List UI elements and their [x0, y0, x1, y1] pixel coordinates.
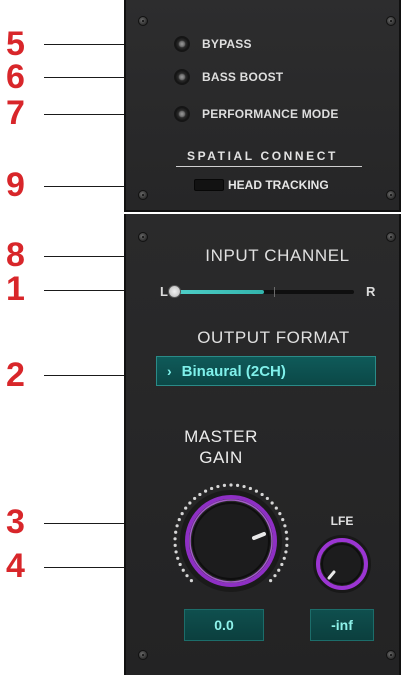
- gain-tick: [198, 492, 202, 497]
- gain-tick: [260, 492, 264, 497]
- gain-tick: [283, 524, 287, 528]
- gain-tick: [175, 524, 179, 528]
- input-channel-slider[interactable]: L R: [160, 284, 380, 300]
- callout-7: 7: [6, 94, 25, 132]
- lfe-label: LFE: [330, 514, 354, 528]
- slider-right-label: R: [366, 284, 376, 299]
- gain-tick: [285, 543, 289, 547]
- gain-tick: [285, 537, 289, 541]
- screw-icon: [386, 16, 396, 26]
- gain-tick: [278, 512, 282, 516]
- performance-mode-option[interactable]: PERFORMANCE MODE: [174, 106, 339, 122]
- screw-icon: [138, 232, 148, 242]
- gain-tick: [280, 562, 284, 567]
- gain-tick: [177, 517, 181, 522]
- bass-boost-radio-icon[interactable]: [174, 69, 190, 85]
- master-gain-label-line1: MASTER: [184, 427, 258, 446]
- gain-tick: [216, 484, 220, 489]
- spatial-connect-rule: [176, 166, 362, 167]
- performance-mode-label: PERFORMANCE MODE: [202, 107, 339, 121]
- lfe-value-field[interactable]: -inf: [310, 609, 374, 641]
- gain-tick: [178, 562, 182, 567]
- gain-tick: [284, 550, 288, 554]
- gain-tick: [189, 578, 194, 583]
- bypass-radio-icon[interactable]: [174, 36, 190, 52]
- gain-tick: [277, 568, 281, 572]
- gain-tick: [203, 489, 208, 493]
- head-tracking-option[interactable]: HEAD TRACKING: [194, 178, 329, 192]
- callout-1: 1: [6, 270, 25, 308]
- performance-mode-radio-icon[interactable]: [174, 106, 190, 122]
- gain-tick: [173, 543, 177, 547]
- output-format-label: OUTPUT FORMAT: [197, 328, 350, 347]
- callout-4: 4: [6, 547, 25, 585]
- gain-tick: [254, 489, 259, 493]
- callout-8: 8: [6, 236, 25, 274]
- slider-handle[interactable]: [168, 285, 181, 298]
- gain-tick: [229, 483, 233, 487]
- head-tracking-toggle[interactable]: [194, 179, 224, 191]
- gain-tick: [274, 506, 278, 510]
- gain-tick: [180, 512, 184, 516]
- screw-icon: [386, 232, 396, 242]
- output-panel: INPUT CHANNEL L R OUTPUT FORMAT › Binaur…: [124, 214, 401, 675]
- bypass-option[interactable]: BYPASS: [174, 36, 252, 52]
- master-gain-label-line2: GAIN: [199, 448, 243, 467]
- gain-tick: [173, 537, 177, 541]
- gain-tick: [242, 484, 246, 489]
- gain-tick: [270, 501, 274, 505]
- gain-tick: [235, 483, 240, 487]
- gain-tick: [174, 550, 178, 554]
- master-gain-value-field[interactable]: 0.0: [184, 609, 264, 641]
- gain-tick: [176, 556, 180, 560]
- bass-boost-option[interactable]: BASS BOOST: [174, 69, 283, 85]
- gain-tick: [282, 556, 286, 560]
- screw-icon: [386, 190, 396, 200]
- screw-icon: [386, 650, 396, 660]
- slider-center-mark: [274, 287, 275, 297]
- gain-tick: [222, 483, 227, 487]
- gain-tick: [281, 517, 285, 522]
- master-gain-knob[interactable]: [166, 476, 296, 606]
- options-panel: BYPASS BASS BOOST PERFORMANCE MODE SPATI…: [124, 0, 401, 212]
- callout-6: 6: [6, 58, 25, 96]
- gain-tick: [273, 574, 277, 578]
- screw-icon: [138, 190, 148, 200]
- callout-3: 3: [6, 503, 25, 541]
- master-gain-label: MASTER GAIN: [156, 426, 286, 468]
- input-channel-label: INPUT CHANNEL: [205, 246, 350, 265]
- gain-tick: [284, 530, 288, 534]
- gain-tick: [210, 486, 214, 491]
- callout-5: 5: [6, 25, 25, 63]
- output-format-value: Binaural (2CH): [181, 362, 286, 380]
- gain-tick: [181, 568, 185, 572]
- head-tracking-label: HEAD TRACKING: [228, 178, 329, 192]
- output-format-dropdown[interactable]: › Binaural (2CH): [156, 356, 376, 386]
- gain-tick: [188, 501, 192, 505]
- gain-tick: [268, 578, 273, 583]
- gain-tick: [185, 574, 189, 578]
- gain-tick: [193, 496, 197, 501]
- screw-icon: [138, 650, 148, 660]
- gain-tick: [265, 496, 269, 501]
- callout-2: 2: [6, 356, 25, 394]
- bypass-label: BYPASS: [202, 37, 252, 51]
- slider-left-label: L: [160, 284, 168, 299]
- slider-fill: [174, 290, 264, 294]
- lfe-knob[interactable]: [312, 534, 372, 594]
- slider-track[interactable]: [168, 285, 354, 298]
- gain-tick: [184, 506, 188, 510]
- chevron-right-icon: ›: [167, 363, 172, 379]
- spatial-connect-heading: SPATIAL CONNECT: [186, 149, 338, 163]
- gain-tick: [174, 530, 178, 534]
- gain-tick: [248, 486, 252, 491]
- bass-boost-label: BASS BOOST: [202, 70, 284, 84]
- screw-icon: [138, 16, 148, 26]
- callout-9: 9: [6, 166, 25, 204]
